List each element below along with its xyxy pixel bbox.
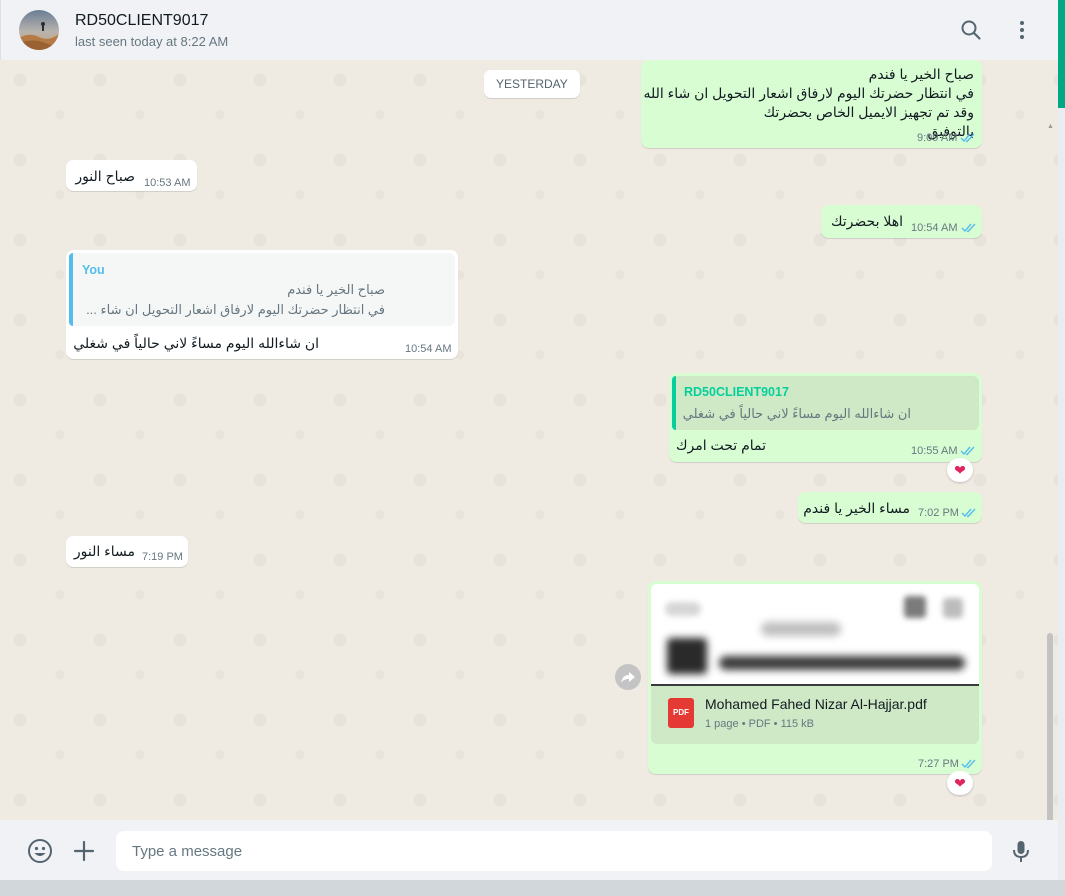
chat-scrollbar[interactable] bbox=[1047, 633, 1053, 820]
quoted-message[interactable]: You صباح الخير يا فندم في انتظار حضرتك ا… bbox=[69, 253, 455, 326]
heart-reaction-icon[interactable]: ❤ bbox=[947, 458, 973, 482]
message-time: 10:54 AM bbox=[911, 222, 958, 234]
read-ticks-icon bbox=[961, 759, 976, 769]
pdf-icon-label: PDF bbox=[673, 708, 689, 717]
read-ticks-icon bbox=[960, 133, 975, 143]
quote-text: ان شاءالله اليوم مساءً لاني حالياً في شغ… bbox=[682, 406, 911, 421]
message-time: 7:27 PM bbox=[918, 758, 959, 770]
document-file-meta: 1 page • PDF • 115 kB bbox=[705, 718, 815, 730]
bottom-edge bbox=[0, 880, 1065, 896]
document-file-card[interactable]: PDF Mohamed Fahed Nizar Al-Hajjar.pdf 1 … bbox=[651, 686, 979, 744]
accent-rail bbox=[1058, 0, 1065, 108]
message-time: 7:19 PM bbox=[142, 551, 183, 563]
forward-icon[interactable] bbox=[615, 664, 641, 690]
message-time: 10:55 AM bbox=[911, 445, 958, 457]
emoji-icon[interactable] bbox=[27, 838, 53, 864]
quote-bar bbox=[69, 253, 73, 326]
incoming-message[interactable]: You صباح الخير يا فندم في انتظار حضرتك ا… bbox=[66, 250, 458, 359]
message-text: مساء الخير يا فندم bbox=[803, 500, 910, 516]
quote-text: صباح الخير يا فندم في انتظار حضرتك اليوم… bbox=[86, 282, 385, 317]
composer-bar bbox=[0, 820, 1058, 880]
read-ticks-icon bbox=[961, 508, 976, 518]
message-text: صباح النور bbox=[75, 168, 135, 184]
contact-name[interactable]: RD50CLIENT9017 bbox=[75, 12, 208, 30]
message-text: مساء النور bbox=[73, 543, 135, 559]
document-preview[interactable] bbox=[651, 584, 979, 686]
chat-header: RD50CLIENT9017 last seen today at 8:22 A… bbox=[0, 0, 1058, 60]
outgoing-message[interactable]: صباح الخير يا فندم في انتظار حضرتك اليوم… bbox=[641, 60, 982, 148]
attach-plus-icon[interactable] bbox=[71, 838, 97, 864]
message-input[interactable] bbox=[116, 831, 992, 871]
outgoing-message[interactable]: مساء الخير يا فندم 7:02 PM bbox=[798, 492, 982, 523]
last-seen-status: last seen today at 8:22 AM bbox=[75, 34, 229, 49]
search-icon[interactable] bbox=[959, 18, 983, 42]
outgoing-message[interactable]: RD50CLIENT9017 ان شاءالله اليوم مساءً لا… bbox=[669, 373, 982, 462]
message-text: اهلا بحضرتك bbox=[830, 213, 903, 229]
pdf-file-icon: PDF bbox=[668, 698, 694, 728]
quoted-message[interactable]: RD50CLIENT9017 ان شاءالله اليوم مساءً لا… bbox=[672, 376, 979, 430]
document-file-name: Mohamed Fahed Nizar Al-Hajjar.pdf bbox=[705, 696, 927, 712]
quote-bar bbox=[672, 376, 676, 430]
message-list[interactable]: YESTERDAY صباح الخير يا فندم في انتظار ح… bbox=[0, 60, 1058, 820]
incoming-message[interactable]: مساء النور 7:19 PM bbox=[66, 536, 188, 567]
scroll-up-arrow-icon[interactable]: ▲ bbox=[1047, 123, 1054, 130]
outgoing-message[interactable]: اهلا بحضرتك 10:54 AM bbox=[821, 205, 982, 238]
quote-author: You bbox=[82, 263, 105, 277]
message-time: 10:54 AM bbox=[405, 343, 452, 355]
microphone-icon[interactable] bbox=[1008, 838, 1034, 864]
heart-reaction-icon[interactable]: ❤ bbox=[947, 771, 973, 795]
date-separator: YESTERDAY bbox=[484, 70, 580, 98]
avatar[interactable] bbox=[19, 10, 59, 50]
chat-window: RD50CLIENT9017 last seen today at 8:22 A… bbox=[0, 0, 1058, 880]
read-ticks-icon bbox=[961, 223, 976, 233]
message-text: صباح الخير يا فندم في انتظار حضرتك اليوم… bbox=[643, 66, 974, 139]
message-text: تمام تحت امرك bbox=[675, 437, 766, 453]
message-time: 7:02 PM bbox=[918, 507, 959, 519]
quote-author: RD50CLIENT9017 bbox=[684, 385, 789, 399]
right-edge-panel bbox=[1058, 108, 1065, 896]
menu-icon[interactable] bbox=[1010, 18, 1034, 42]
message-time: 9:09 AM bbox=[917, 132, 958, 144]
document-message[interactable]: PDF Mohamed Fahed Nizar Al-Hajjar.pdf 1 … bbox=[648, 581, 982, 774]
message-text: ان شاءالله اليوم مساءً لاني حالياً في شغ… bbox=[73, 335, 319, 351]
message-time: 10:53 AM bbox=[144, 177, 191, 189]
read-ticks-icon bbox=[960, 446, 975, 456]
incoming-message[interactable]: صباح النور 10:53 AM bbox=[66, 160, 197, 191]
